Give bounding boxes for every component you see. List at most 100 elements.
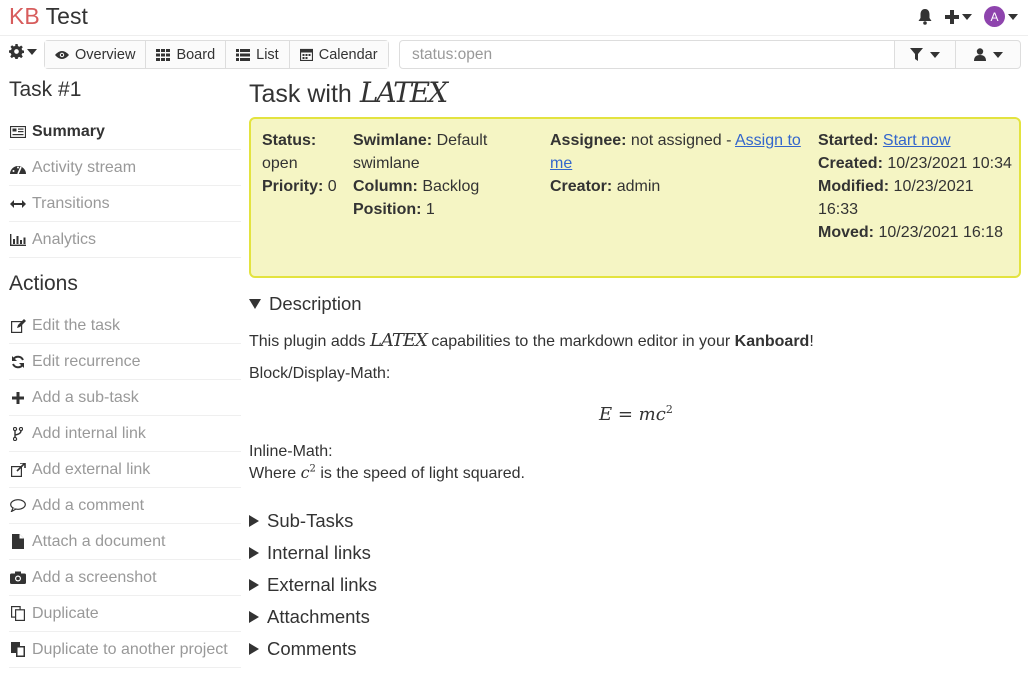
- desc-text: !: [809, 333, 814, 350]
- file-icon: [9, 534, 27, 549]
- action-add-internal-link[interactable]: Add internal link: [9, 416, 241, 452]
- section-external-links[interactable]: External links: [249, 574, 377, 596]
- view-label: List: [256, 46, 279, 63]
- create-menu-button[interactable]: [945, 9, 972, 24]
- desc-text: This plugin adds: [249, 333, 366, 350]
- section-internal-links[interactable]: Internal links: [249, 542, 371, 564]
- calendar-icon: [299, 48, 313, 61]
- sidebar-item-label: Transitions: [32, 194, 110, 212]
- action-add-screenshot[interactable]: Add a screenshot: [9, 560, 241, 596]
- notifications-button[interactable]: [917, 8, 933, 25]
- sidebar-item-analytics[interactable]: Analytics: [9, 222, 241, 258]
- task-sidebar: Task #1 Summary Activity stream Transiti…: [9, 76, 241, 668]
- caret-right-icon: [249, 547, 259, 559]
- assignee-value: not assigned -: [630, 132, 732, 149]
- filter-dropdown[interactable]: [894, 40, 956, 69]
- sidebar-nav: Summary Activity stream Transitions Anal…: [9, 114, 241, 258]
- action-label: Add internal link: [32, 424, 146, 442]
- summary-col-dates: Started: Start now Created: 10/23/2021 1…: [818, 129, 1018, 244]
- logo[interactable]: KB Test: [9, 3, 88, 29]
- action-label: Edit the task: [32, 316, 121, 334]
- section-label: Internal links: [267, 542, 371, 563]
- task-summary-box: Status: open Priority: 0 Swimlane: Defau…: [249, 117, 1021, 278]
- view-board[interactable]: Board: [146, 41, 227, 68]
- desc-text: capabilities to the markdown editor in y…: [431, 333, 731, 350]
- caret-right-icon: [249, 611, 259, 623]
- action-edit-recurrence[interactable]: Edit recurrence: [9, 344, 241, 380]
- section-subtasks[interactable]: Sub-Tasks: [249, 510, 353, 532]
- created-value: 10/23/2021 10:34: [887, 155, 1012, 172]
- user-menu-button[interactable]: A: [984, 6, 1018, 27]
- action-add-subtask[interactable]: Add a sub-task: [9, 380, 241, 416]
- action-label: Add a comment: [32, 496, 145, 514]
- desc-text: Where: [249, 465, 297, 482]
- inline-math-label: Inline-Math:: [249, 443, 333, 460]
- description-line-1: This plugin adds LATEX capabilities to t…: [249, 330, 814, 351]
- refresh-icon: [9, 355, 27, 369]
- start-now-link[interactable]: Start now: [883, 132, 951, 149]
- summary-col-swimlane: Swimlane: Default swimlane Column: Backl…: [353, 129, 543, 221]
- files-icon: [9, 606, 27, 621]
- view-switcher: Overview Board List Calendar: [44, 40, 389, 69]
- logo-kb: KB: [9, 3, 40, 29]
- view-label: Board: [176, 46, 216, 63]
- header-actions: A: [917, 6, 1018, 27]
- sidebar-item-label: Activity stream: [32, 158, 137, 176]
- caret-right-icon: [249, 579, 259, 591]
- summary-icon: [9, 125, 27, 138]
- sidebar-item-summary[interactable]: Summary: [9, 114, 241, 150]
- action-add-comment[interactable]: Add a comment: [9, 488, 241, 524]
- section-label: Comments: [267, 638, 357, 659]
- search-input[interactable]: status:open: [399, 40, 895, 69]
- position-value: 1: [425, 201, 435, 218]
- position-label: Position:: [353, 201, 422, 218]
- external-link-icon: [9, 462, 27, 477]
- section-comments[interactable]: Comments: [249, 638, 356, 660]
- view-calendar[interactable]: Calendar: [289, 41, 388, 68]
- action-duplicate[interactable]: Duplicate: [9, 596, 241, 632]
- user-filter-dropdown[interactable]: [955, 40, 1021, 69]
- task-main: Task with LATEX Status: open Priority: 0…: [249, 76, 1021, 659]
- column-value: Backlog: [422, 178, 480, 195]
- view-label: Calendar: [318, 46, 378, 63]
- action-duplicate-to-project[interactable]: Duplicate to another project: [9, 632, 241, 668]
- section-attachments[interactable]: Attachments: [249, 606, 370, 628]
- sidebar-item-activity-stream[interactable]: Activity stream: [9, 150, 241, 186]
- column-label: Column:: [353, 178, 418, 195]
- code-fork-icon: [9, 426, 27, 441]
- eye-icon: [55, 50, 69, 59]
- sidebar-item-label: Summary: [32, 122, 105, 140]
- board-icon: [156, 48, 171, 61]
- avatar: A: [984, 6, 1005, 27]
- action-label: Duplicate to another project: [32, 640, 228, 658]
- chevron-down-icon: [992, 51, 1003, 58]
- summary-col-status: Status: open Priority: 0: [262, 129, 352, 198]
- block-math-label: Block/Display-Math:: [249, 365, 391, 382]
- action-edit-task[interactable]: Edit the task: [9, 308, 241, 344]
- view-list[interactable]: List: [226, 41, 290, 68]
- user-icon: [973, 48, 986, 61]
- action-label: Attach a document: [32, 532, 166, 550]
- caret-down-icon: [249, 299, 261, 309]
- status-label: Status:: [262, 132, 317, 149]
- page-title: Task with LATEX: [249, 76, 1021, 109]
- sidebar-task-title: Task #1: [9, 78, 82, 101]
- settings-dropdown[interactable]: [9, 44, 37, 59]
- status-value: open: [262, 155, 298, 172]
- camera-icon: [9, 571, 27, 584]
- plus-icon: [945, 9, 959, 24]
- filter-icon: [910, 48, 923, 61]
- sidebar-item-transitions[interactable]: Transitions: [9, 186, 241, 222]
- bell-icon: [918, 9, 932, 25]
- chevron-down-icon: [962, 13, 972, 20]
- description-toggle[interactable]: Description: [249, 293, 362, 315]
- chevron-down-icon: [930, 51, 940, 58]
- priority-label: Priority:: [262, 178, 324, 195]
- action-attach-document[interactable]: Attach a document: [9, 524, 241, 560]
- action-add-external-link[interactable]: Add external link: [9, 452, 241, 488]
- priority-value: 0: [327, 178, 337, 195]
- action-label: Add external link: [32, 460, 151, 478]
- view-overview[interactable]: Overview: [45, 41, 147, 68]
- project-title: Test: [45, 3, 88, 29]
- section-label: Attachments: [267, 606, 370, 627]
